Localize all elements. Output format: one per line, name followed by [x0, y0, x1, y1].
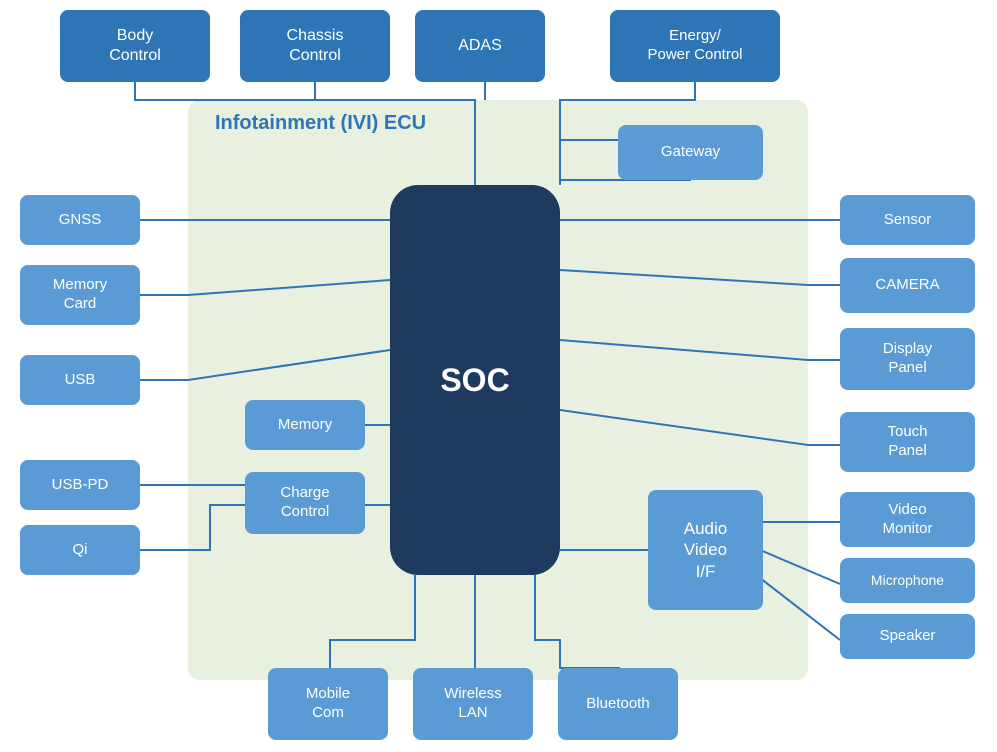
diagram: Infotainment (IVI) ECU — [0, 0, 997, 752]
microphone-box: Microphone — [840, 558, 975, 603]
memory-box: Memory — [245, 400, 365, 450]
body-control-box: BodyControl — [60, 10, 210, 82]
ivi-label: Infotainment (IVI) ECU — [215, 112, 426, 135]
chassis-control-box: ChassisControl — [240, 10, 390, 82]
video-monitor-box: VideoMonitor — [840, 492, 975, 547]
camera-box: CAMERA — [840, 258, 975, 313]
mobile-com-box: MobileCom — [268, 668, 388, 740]
bluetooth-box: Bluetooth — [558, 668, 678, 740]
memory-card-box: MemoryCard — [20, 265, 140, 325]
speaker-box: Speaker — [840, 614, 975, 659]
soc-box: SOC — [390, 185, 560, 575]
energy-power-box: Energy/Power Control — [610, 10, 780, 82]
qi-box: Qi — [20, 525, 140, 575]
adas-box: ADAS — [415, 10, 545, 82]
usb-box: USB — [20, 355, 140, 405]
usb-pd-box: USB-PD — [20, 460, 140, 510]
touch-panel-box: TouchPanel — [840, 412, 975, 472]
audio-video-box: AudioVideoI/F — [648, 490, 763, 610]
sensor-box: Sensor — [840, 195, 975, 245]
charge-control-box: ChargeControl — [245, 472, 365, 534]
display-panel-box: DisplayPanel — [840, 328, 975, 390]
wireless-lan-box: WirelessLAN — [413, 668, 533, 740]
gnss-box: GNSS — [20, 195, 140, 245]
gateway-box: Gateway — [618, 125, 763, 180]
